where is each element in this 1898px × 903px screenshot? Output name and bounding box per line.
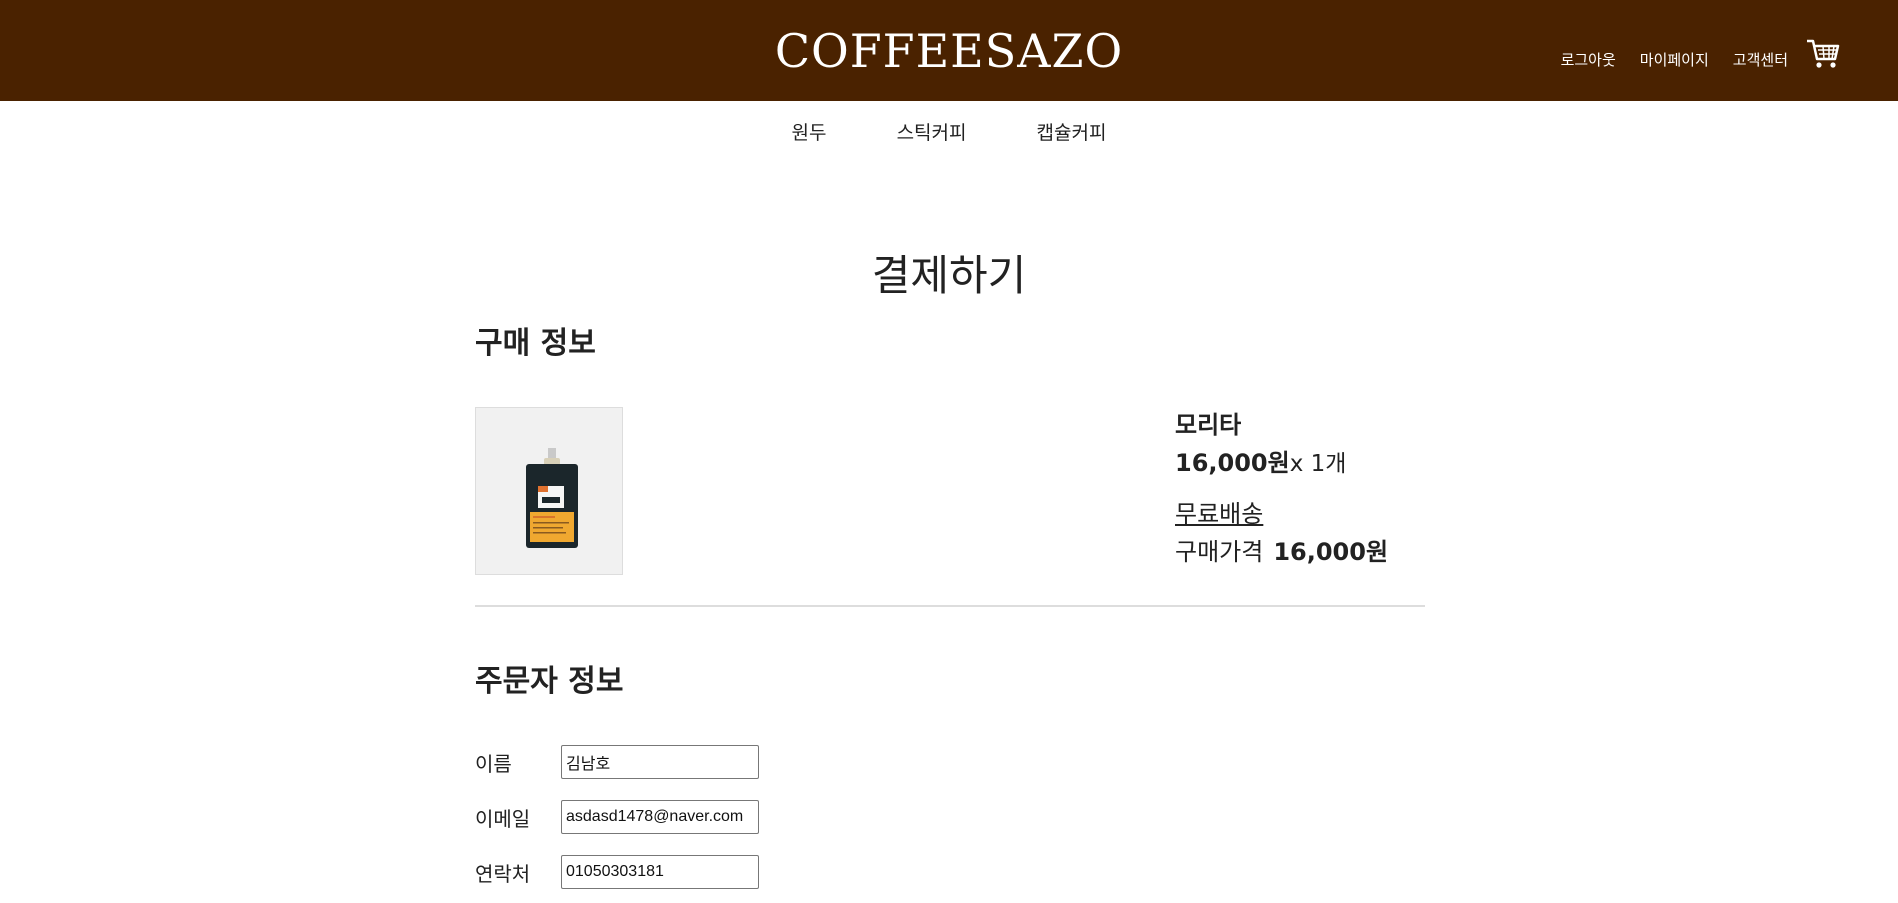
coffee-bag-product-image [526, 448, 578, 548]
purchase-total-label: 구매가격 [1175, 538, 1264, 566]
product-summary: 모리타 16,000원x 1개 무료배송 구매가격 16,000원 [1175, 410, 1388, 567]
shipping-info: 무료배송 [1175, 500, 1264, 528]
email-field[interactable] [561, 800, 759, 834]
mypage-link[interactable]: 마이페이지 [1640, 49, 1709, 70]
site-header: COFFEESAZO 로그아웃 마이페이지 고객센터 [0, 0, 1898, 101]
category-nav: 원두 스틱커피 캡슐커피 [0, 118, 1898, 145]
phone-field[interactable] [561, 855, 759, 889]
product-name: 모리타 [1175, 411, 1242, 439]
nav-item-beans[interactable]: 원두 [792, 118, 827, 145]
page-title: 결제하기 [871, 251, 1027, 301]
orderer-info-title: 주문자 정보 [475, 664, 624, 699]
logout-link[interactable]: 로그아웃 [1561, 49, 1616, 70]
purchase-info-title: 구매 정보 [475, 326, 596, 361]
section-divider [475, 605, 1425, 607]
cart-icon[interactable] [1806, 38, 1840, 74]
product-price-line: 16,000원x 1개 [1175, 448, 1388, 479]
purchase-total-line: 구매가격 16,000원 [1175, 537, 1388, 567]
header-utility-links: 로그아웃 마이페이지 고객센터 [1537, 39, 1840, 74]
name-label: 이름 [475, 752, 512, 776]
phone-label: 연락처 [475, 862, 531, 886]
customer-center-link[interactable]: 고객센터 [1733, 49, 1788, 70]
nav-item-capsule-coffee[interactable]: 캡슐커피 [1037, 118, 1107, 145]
nav-item-stick-coffee[interactable]: 스틱커피 [897, 118, 967, 145]
product-quantity: x 1개 [1289, 451, 1347, 477]
product-price: 16,000원 [1175, 449, 1290, 477]
email-label: 이메일 [475, 807, 531, 831]
purchase-total: 16,000원 [1273, 538, 1389, 566]
name-field[interactable] [561, 745, 759, 779]
product-image [475, 407, 623, 575]
